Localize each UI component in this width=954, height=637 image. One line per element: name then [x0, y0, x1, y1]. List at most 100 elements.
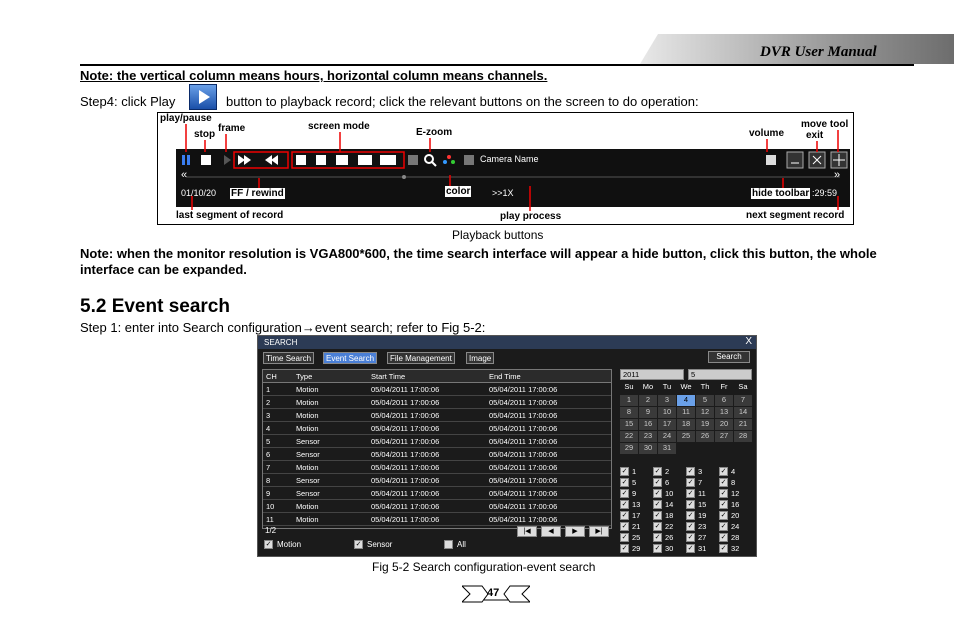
next-page-button[interactable]: ▶: [565, 526, 585, 537]
search-button[interactable]: Search: [708, 351, 750, 363]
channel-checkbox[interactable]: ✓ 18: [653, 510, 685, 521]
calendar-day[interactable]: 17: [658, 419, 676, 430]
calendar-day[interactable]: 11: [677, 407, 695, 418]
channel-checkbox[interactable]: ✓ 31: [686, 543, 718, 554]
channel-checkbox[interactable]: ✓ 19: [686, 510, 718, 521]
calendar-day[interactable]: 6: [715, 395, 733, 406]
calendar-day[interactable]: 5: [696, 395, 714, 406]
channel-checkbox[interactable]: ✓ 11: [686, 488, 718, 499]
channel-checkbox[interactable]: ✓ 1: [620, 466, 652, 477]
first-page-button[interactable]: |◀: [517, 526, 537, 537]
calendar-day[interactable]: 30: [639, 443, 657, 454]
calendar-day[interactable]: 22: [620, 431, 638, 442]
table-cell: 05/04/2011 17:00:06: [489, 385, 558, 394]
calendar-day[interactable]: 25: [677, 431, 695, 442]
calendar-day[interactable]: 23: [639, 431, 657, 442]
calendar-day[interactable]: 2: [639, 395, 657, 406]
channel-checkbox[interactable]: ✓ 16: [719, 499, 751, 510]
last-page-button[interactable]: ▶|: [589, 526, 609, 537]
channel-checkbox[interactable]: ✓ 8: [719, 477, 751, 488]
calendar-day[interactable]: 21: [734, 419, 752, 430]
calendar-day[interactable]: 8: [620, 407, 638, 418]
channel-checkbox[interactable]: ✓ 9: [620, 488, 652, 499]
calendar-day[interactable]: 28: [734, 431, 752, 442]
calendar-day[interactable]: 31: [658, 443, 676, 454]
channel-label: 3: [698, 467, 703, 476]
channel-checkbox[interactable]: ✓ 21: [620, 521, 652, 532]
table-row[interactable]: 4 Motion 05/04/2011 17:00:06 05/04/2011 17:…: [263, 422, 611, 435]
channel-checkbox[interactable]: ✓ 32: [719, 543, 751, 554]
channel-checkbox[interactable]: ✓ 22: [653, 521, 685, 532]
channel-checkbox[interactable]: ✓ 25: [620, 532, 652, 543]
channel-checkbox[interactable]: ✓ 28: [719, 532, 751, 543]
channel-checkbox[interactable]: ✓ 20: [719, 510, 751, 521]
channel-checkbox[interactable]: ✓ 3: [686, 466, 718, 477]
calendar-day[interactable]: 7: [734, 395, 752, 406]
table-cell: 05/04/2011 17:00:06: [371, 489, 440, 498]
channel-checkbox[interactable]: ✓ 24: [719, 521, 751, 532]
channel-checkbox[interactable]: ✓ 5: [620, 477, 652, 488]
table-row[interactable]: 10 Motion 05/04/2011 17:00:06 05/04/2011 17…: [263, 500, 611, 513]
channel-checkbox[interactable]: ✓ 10: [653, 488, 685, 499]
table-row[interactable]: 11 Motion 05/04/2011 17:00:06 05/04/2011 17…: [263, 513, 611, 526]
tab-file-management[interactable]: File Management: [387, 352, 455, 364]
channel-label: 28: [731, 533, 740, 542]
check-icon: ✓: [653, 533, 662, 542]
year-select[interactable]: 2011: [620, 369, 684, 380]
calendar-day[interactable]: 12: [696, 407, 714, 418]
check-icon: ✓: [686, 500, 695, 509]
calendar-day[interactable]: 13: [715, 407, 733, 418]
channel-checkbox[interactable]: ✓ 2: [653, 466, 685, 477]
channel-checkbox[interactable]: ✓ 26: [653, 532, 685, 543]
calendar-day[interactable]: 18: [677, 419, 695, 430]
calendar-day[interactable]: 3: [658, 395, 676, 406]
month-select[interactable]: 5: [688, 369, 752, 380]
channel-checkbox[interactable]: ✓ 7: [686, 477, 718, 488]
channel-checkbox[interactable]: ✓ 14: [653, 499, 685, 510]
check-icon[interactable]: ✓: [354, 540, 363, 549]
channel-checkbox[interactable]: ✓ 30: [653, 543, 685, 554]
tab-event-search[interactable]: Event Search: [323, 352, 378, 364]
close-icon[interactable]: X: [745, 336, 752, 347]
table-row[interactable]: 1 Motion 05/04/2011 17:00:06 05/04/2011 17:…: [263, 383, 611, 396]
calendar-day[interactable]: 16: [639, 419, 657, 430]
tab-time-search[interactable]: Time Search: [263, 352, 315, 364]
table-cell: Motion: [296, 424, 319, 433]
channel-checkbox[interactable]: ✓ 15: [686, 499, 718, 510]
channel-checkbox[interactable]: ✓ 6: [653, 477, 685, 488]
calendar-day[interactable]: 4: [677, 395, 695, 406]
calendar-day[interactable]: 24: [658, 431, 676, 442]
table-row[interactable]: 9 Sensor 05/04/2011 17:00:06 05/04/2011 17:…: [263, 487, 611, 500]
channel-checkbox[interactable]: ✓ 29: [620, 543, 652, 554]
calendar-day[interactable]: 14: [734, 407, 752, 418]
table-row[interactable]: 5 Sensor 05/04/2011 17:00:06 05/04/2011 17:…: [263, 435, 611, 448]
table-row[interactable]: 2 Motion 05/04/2011 17:00:06 05/04/2011 17:…: [263, 396, 611, 409]
calendar-day[interactable]: 26: [696, 431, 714, 442]
calendar-day[interactable]: 9: [639, 407, 657, 418]
channel-checkbox[interactable]: ✓ 4: [719, 466, 751, 477]
channel-checkbox[interactable]: ✓ 12: [719, 488, 751, 499]
channel-checkbox[interactable]: ✓ 23: [686, 521, 718, 532]
calendar-day[interactable]: 15: [620, 419, 638, 430]
prev-page-button[interactable]: ◀: [541, 526, 561, 537]
weekday-label: We: [680, 382, 692, 391]
channel-checkbox[interactable]: ✓ 17: [620, 510, 652, 521]
table-row[interactable]: 8 Sensor 05/04/2011 17:00:06 05/04/2011 17:…: [263, 474, 611, 487]
checkbox-all[interactable]: [444, 540, 453, 549]
calendar-day[interactable]: 20: [715, 419, 733, 430]
table-row[interactable]: 7 Motion 05/04/2011 17:00:06 05/04/2011 17:…: [263, 461, 611, 474]
calendar-day[interactable]: 19: [696, 419, 714, 430]
table-row[interactable]: 3 Motion 05/04/2011 17:00:06 05/04/2011 17:…: [263, 409, 611, 422]
table-row[interactable]: 6 Sensor 05/04/2011 17:00:06 05/04/2011 17:…: [263, 448, 611, 461]
table-cell: 2: [266, 398, 271, 407]
channel-checkbox[interactable]: ✓ 13: [620, 499, 652, 510]
calendar-day[interactable]: 29: [620, 443, 638, 454]
channel-label: 23: [698, 522, 707, 531]
table-cell: 8: [266, 476, 271, 485]
tab-image[interactable]: Image: [466, 352, 495, 364]
calendar-day[interactable]: 27: [715, 431, 733, 442]
calendar-day[interactable]: 10: [658, 407, 676, 418]
channel-checkbox[interactable]: ✓ 27: [686, 532, 718, 543]
check-icon[interactable]: ✓: [264, 540, 273, 549]
calendar-day[interactable]: 1: [620, 395, 638, 406]
